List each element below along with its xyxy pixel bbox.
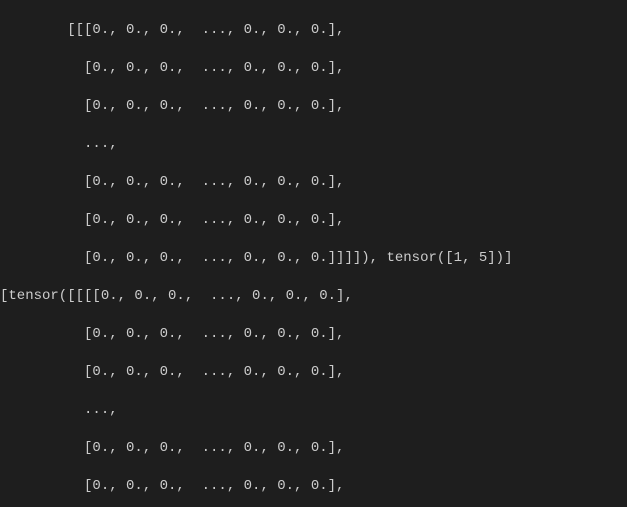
output-line: [tensor([[[[0., 0., 0., ..., 0., 0., 0.]… [0,287,627,306]
output-line: [0., 0., 0., ..., 0., 0., 0.], [0,325,627,344]
output-line: ..., [0,135,627,154]
output-line: ..., [0,401,627,420]
output-line: [0., 0., 0., ..., 0., 0., 0.], [0,59,627,78]
output-line: [0., 0., 0., ..., 0., 0., 0.], [0,173,627,192]
output-line: [0., 0., 0., ..., 0., 0., 0.], [0,363,627,382]
output-line: [0., 0., 0., ..., 0., 0., 0.]]]]), tenso… [0,249,627,268]
terminal-output-area[interactable]: [[[0., 0., 0., ..., 0., 0., 0.], [0., 0.… [0,0,627,507]
output-line: [0., 0., 0., ..., 0., 0., 0.], [0,477,627,496]
output-line: [[[0., 0., 0., ..., 0., 0., 0.], [0,21,627,40]
output-line: [0., 0., 0., ..., 0., 0., 0.], [0,211,627,230]
output-line: [0., 0., 0., ..., 0., 0., 0.], [0,439,627,458]
output-line: [0., 0., 0., ..., 0., 0., 0.], [0,97,627,116]
